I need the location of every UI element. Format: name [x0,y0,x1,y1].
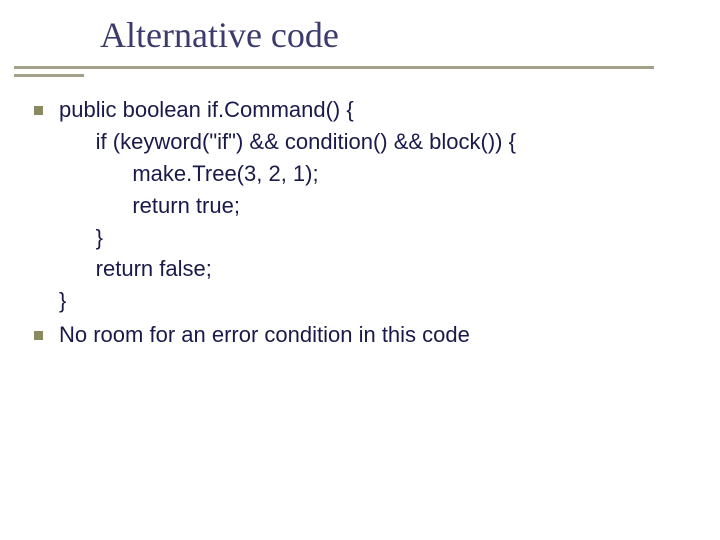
code-line: } [59,288,66,313]
code-block: public boolean if.Command() { if (keywor… [59,94,516,317]
code-line: return false; [59,256,212,281]
code-line: return true; [59,193,240,218]
title-area: Alternative code [0,0,720,62]
slide-title: Alternative code [100,14,720,56]
code-line: if (keyword("if") && condition() && bloc… [59,129,516,154]
divider-long [14,66,654,69]
divider-short [14,74,84,77]
code-line: public boolean if.Command() { [59,97,354,122]
divider-group [0,66,720,88]
note-text: No room for an error condition in this c… [59,319,470,351]
list-item: No room for an error condition in this c… [30,319,690,351]
code-line: make.Tree(3, 2, 1); [59,161,319,186]
slide: Alternative code public boolean if.Comma… [0,0,720,540]
code-line: } [59,225,103,250]
bullet-icon [34,106,43,115]
bullet-icon [34,331,43,340]
list-item: public boolean if.Command() { if (keywor… [30,94,690,317]
content-area: public boolean if.Command() { if (keywor… [0,88,720,351]
